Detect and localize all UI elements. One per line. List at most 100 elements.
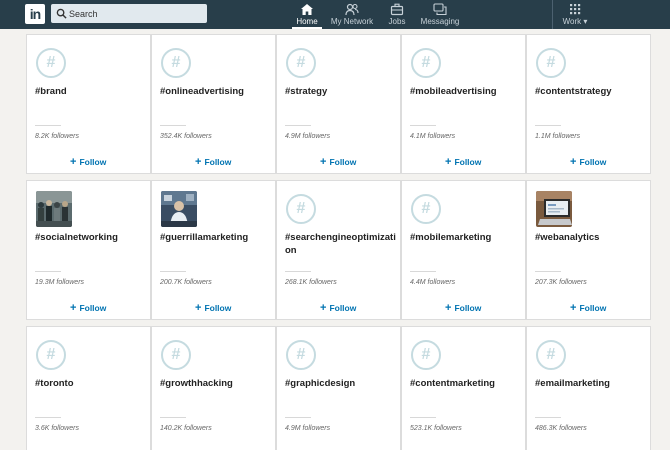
nav-my-network[interactable]: My Network — [329, 0, 375, 29]
divider — [410, 417, 436, 418]
hashtag-card[interactable]: # #searchengineoptimization 268.1K follo… — [276, 180, 401, 320]
plus-icon: + — [320, 302, 327, 314]
hashtag-icon: # — [286, 194, 316, 224]
plus-icon: + — [445, 302, 452, 314]
follow-label: Follow — [204, 157, 232, 167]
hashtag-name[interactable]: #mobileadvertising — [410, 85, 522, 98]
follower-count: 352.4K followers — [160, 133, 212, 140]
hashtag-name[interactable]: #brand — [35, 85, 147, 98]
follower-count: 4.9M followers — [285, 133, 331, 140]
laptop-photo — [536, 191, 572, 227]
follower-count: 486.3K followers — [535, 425, 587, 432]
hashtag-name[interactable]: #toronto — [35, 377, 147, 390]
divider — [160, 417, 186, 418]
hashtag-card[interactable]: # #growthhacking 140.2K followers — [151, 326, 276, 450]
divider — [410, 125, 436, 126]
plus-icon: + — [570, 302, 577, 314]
hashtag-name[interactable]: #socialnetworking — [35, 231, 147, 244]
divider — [160, 125, 186, 126]
hashtag-card[interactable]: #webanalytics 207.3K followers + Follow — [526, 180, 651, 320]
hashtag-name[interactable]: #contentstrategy — [535, 85, 647, 98]
follow-button[interactable]: + Follow — [195, 156, 231, 168]
hashtag-card[interactable]: # #toronto 3.6K followers — [26, 326, 151, 450]
hashtag-icon: # — [161, 340, 191, 370]
hashtag-name[interactable]: #emailmarketing — [535, 377, 647, 390]
hashtag-card[interactable]: # #mobileadvertising 4.1M followers + Fol… — [401, 34, 526, 174]
follow-button[interactable]: + Follow — [445, 302, 481, 314]
hashtag-icon: # — [536, 340, 566, 370]
briefcase-icon — [390, 3, 404, 16]
hashtag-card[interactable]: #guerrillamarketing 200.7K followers + Fo… — [151, 180, 276, 320]
follow-label: Follow — [329, 157, 357, 167]
follow-button[interactable]: + Follow — [320, 302, 356, 314]
home-icon — [301, 4, 313, 15]
follower-count: 1.1M followers — [535, 133, 581, 140]
follow-button[interactable]: + Follow — [70, 156, 106, 168]
follower-count: 4.9M followers — [285, 425, 331, 432]
divider — [535, 417, 561, 418]
person-photo — [161, 191, 197, 227]
follow-button[interactable]: + Follow — [70, 302, 106, 314]
hashtag-name[interactable]: #growthhacking — [160, 377, 272, 390]
hashtag-card[interactable]: # #onlineadvertising 352.4K followers + F… — [151, 34, 276, 174]
follower-count: 4.4M followers — [410, 279, 456, 286]
hashtag-card[interactable]: # #contentstrategy 1.1M followers + Follo… — [526, 34, 651, 174]
nav-home-label: Home — [296, 17, 318, 26]
hashtag-icon: # — [536, 48, 566, 78]
hashtag-icon: # — [36, 48, 66, 78]
divider — [160, 271, 186, 272]
search-input[interactable] — [67, 4, 203, 23]
divider — [535, 125, 561, 126]
follow-label: Follow — [579, 157, 607, 167]
hashtag-icon: # — [286, 48, 316, 78]
plus-icon: + — [195, 156, 202, 168]
follow-button[interactable]: + Follow — [570, 156, 606, 168]
hashtag-name[interactable]: #strategy — [285, 85, 397, 98]
hashtag-card[interactable]: #socialnetworking 19.3M followers + Follo… — [26, 180, 151, 320]
hashtag-name[interactable]: #contentmarketing — [410, 377, 522, 390]
hashtag-card[interactable]: # #mobilemarketing 4.4M followers + Follo… — [401, 180, 526, 320]
follow-button[interactable]: + Follow — [445, 156, 481, 168]
grid-icon — [570, 4, 581, 15]
follow-label: Follow — [454, 157, 482, 167]
follow-label: Follow — [79, 303, 107, 313]
hashtag-icon: # — [411, 194, 441, 224]
hashtag-name[interactable]: #webanalytics — [535, 231, 647, 244]
linkedin-logo[interactable]: in — [25, 4, 45, 24]
hashtag-card[interactable]: # #graphicdesign 4.9M followers — [276, 326, 401, 450]
hashtag-card[interactable]: # #strategy 4.9M followers + Follow — [276, 34, 401, 174]
divider — [410, 271, 436, 272]
hashtag-name[interactable]: #searchengineoptimization — [285, 231, 397, 257]
nav-jobs-label: Jobs — [388, 17, 406, 26]
follow-label: Follow — [579, 303, 607, 313]
hashtag-card[interactable]: # #brand 8.2K followers + Follow — [26, 34, 151, 174]
plus-icon: + — [320, 156, 327, 168]
follow-button[interactable]: + Follow — [195, 302, 231, 314]
nav-home[interactable]: Home — [292, 0, 322, 29]
hashtag-card[interactable]: # #emailmarketing 486.3K followers — [526, 326, 651, 450]
follower-count: 140.2K followers — [160, 425, 212, 432]
hashtag-icon: # — [411, 48, 441, 78]
follower-count: 4.1M followers — [410, 133, 456, 140]
hashtag-name[interactable]: #onlineadvertising — [160, 85, 272, 98]
hashtag-card[interactable]: # #contentmarketing 523.1K followers — [401, 326, 526, 450]
search-icon — [56, 8, 67, 19]
hashtag-name[interactable]: #graphicdesign — [285, 377, 397, 390]
nav-work[interactable]: Work ▾ — [558, 0, 592, 29]
divider — [285, 125, 311, 126]
hashtag-name[interactable]: #guerrillamarketing — [160, 231, 272, 244]
nav-messaging[interactable]: Messaging — [419, 0, 461, 29]
hashtag-name[interactable]: #mobilemarketing — [410, 231, 522, 244]
nav-jobs[interactable]: Jobs — [384, 0, 410, 29]
top-navbar: in Home My Network Jobs — [0, 0, 670, 29]
follower-count: 200.7K followers — [160, 279, 212, 286]
plus-icon: + — [445, 156, 452, 168]
nav-my-network-label: My Network — [330, 17, 374, 26]
divider — [35, 417, 61, 418]
follow-button[interactable]: + Follow — [320, 156, 356, 168]
follow-label: Follow — [79, 157, 107, 167]
follow-label: Follow — [454, 303, 482, 313]
follower-count: 207.3K followers — [535, 279, 587, 286]
search-box[interactable] — [51, 4, 207, 23]
follow-button[interactable]: + Follow — [570, 302, 606, 314]
